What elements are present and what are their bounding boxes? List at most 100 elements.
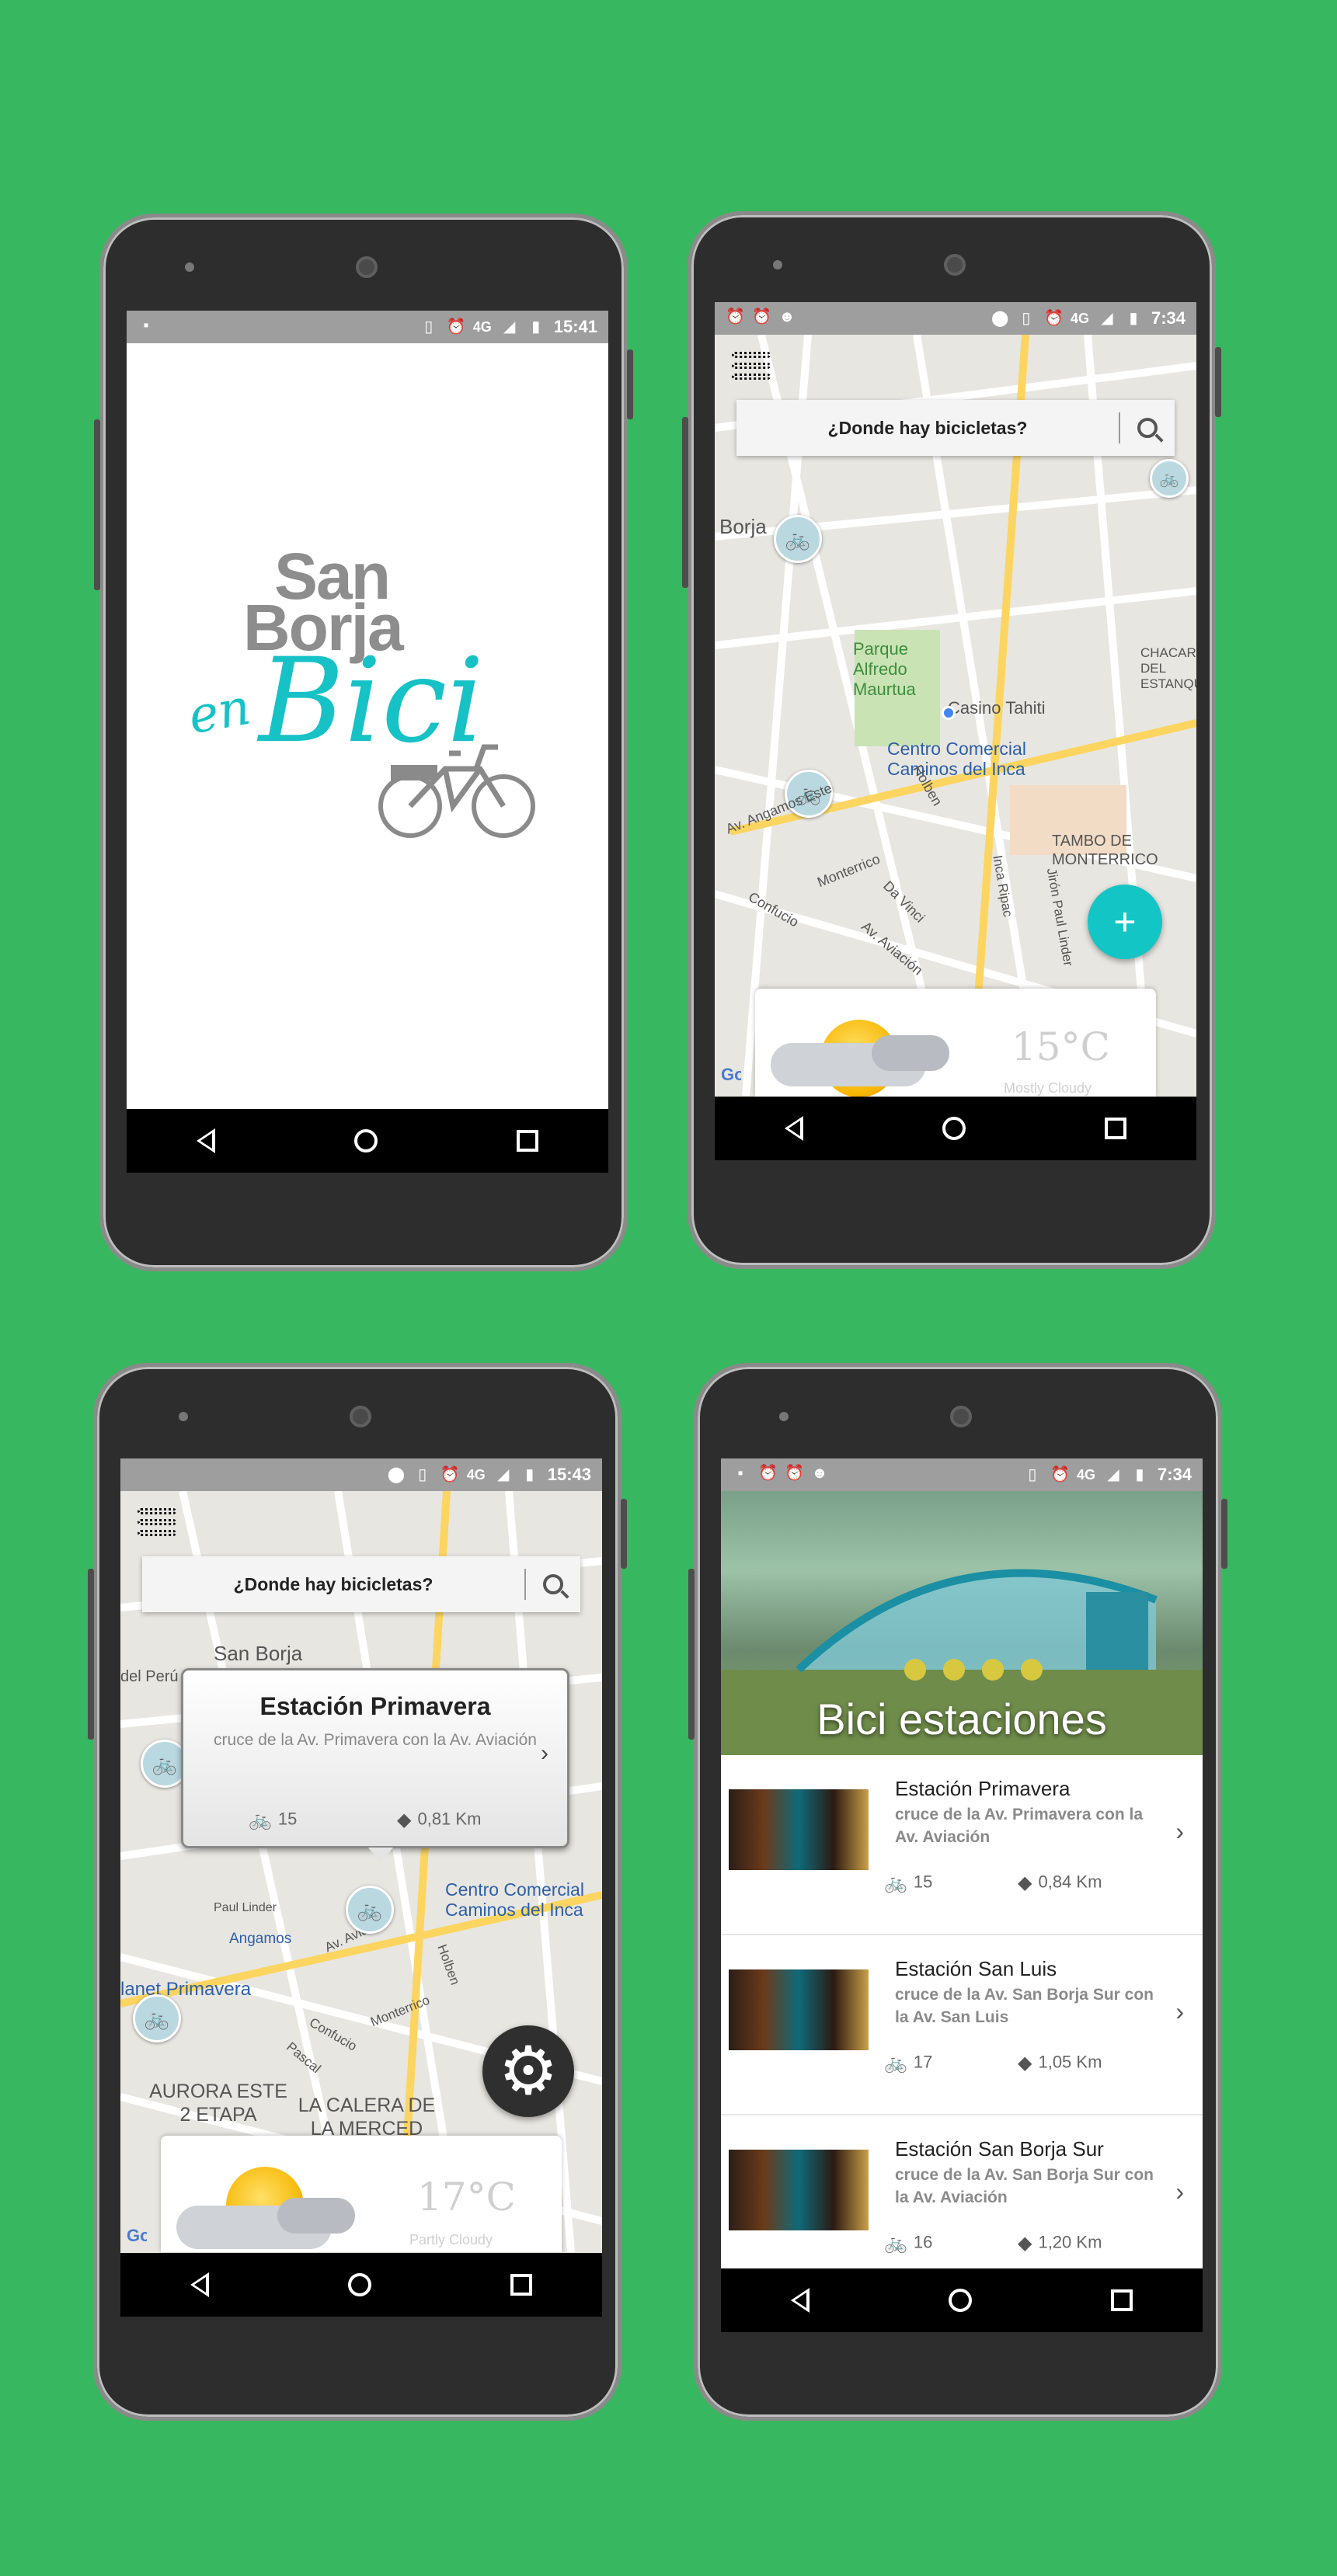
- alarm-icon: ⏰: [1050, 1466, 1070, 1483]
- add-fab-button[interactable]: +: [1088, 885, 1162, 959]
- signal-icon: ◢: [497, 1466, 510, 1483]
- volume-button: [94, 419, 100, 590]
- phone-map: ⏰ ⏰ ☻ ⬤ ▯ ⏰ 4G ◢ ▮ 7:34 ¿Donde hay bicic…: [682, 211, 1221, 1269]
- current-location-dot: [942, 706, 956, 720]
- chevron-right-icon[interactable]: ›: [1175, 2178, 1184, 2206]
- recents-icon[interactable]: [510, 2274, 533, 2296]
- search-bar[interactable]: ¿Donde hay bicicletas?: [142, 1556, 580, 1612]
- front-camera: [950, 1406, 972, 1427]
- bikes-count: 17: [913, 2052, 933, 2072]
- vibrate-icon: ▯: [424, 318, 433, 335]
- bike-icon: 🚲: [884, 2233, 907, 2254]
- speaker: [773, 260, 782, 269]
- splash-screen: ▪ ▯ ⏰ 4G ◢ ▮ 15:41 San Borja en Bici: [127, 311, 608, 1173]
- cloud-icon: [872, 1035, 949, 1071]
- search-bar[interactable]: ¿Donde hay bicicletas?: [736, 400, 1175, 456]
- chevron-right-icon[interactable]: ›: [541, 1740, 548, 1767]
- weather-card[interactable]: 17°C Partly Cloudy: [161, 2136, 562, 2252]
- power-button: [1215, 347, 1221, 417]
- logo-script-en: en: [184, 678, 255, 746]
- search-input[interactable]: ¿Donde hay bicicletas?: [159, 1574, 507, 1595]
- recents-icon[interactable]: [517, 1130, 539, 1152]
- settings-gear-button[interactable]: ⚙: [482, 2025, 574, 2117]
- popup-title: Estación Primavera: [259, 1692, 491, 1720]
- network-type: 4G: [472, 318, 492, 335]
- chevron-right-icon[interactable]: ›: [1175, 1997, 1184, 2026]
- search-input[interactable]: ¿Donde hay bicicletas?: [754, 418, 1102, 439]
- map-view[interactable]: ¿Donde hay bicicletas? 🚲 🚲 🚲 Borja Parqu…: [715, 335, 1196, 1097]
- distance: ◆ 0,81 Km: [397, 1809, 481, 1831]
- map-label: San Borja: [214, 1642, 303, 1665]
- vibrate-icon: ▯: [1028, 1466, 1037, 1483]
- volume-button: [682, 417, 688, 588]
- status-bar: ⬤ ▯ ⏰ 4G ◢ ▮ 15:43: [120, 1458, 602, 1491]
- image-notification-icon: ▪: [737, 1465, 743, 1482]
- map-label: Centro Comercial Caminos del Inca: [445, 1879, 584, 1920]
- back-icon[interactable]: [196, 1128, 215, 1153]
- search-icon[interactable]: [1137, 418, 1158, 438]
- station-marker-selected[interactable]: 🚲: [346, 1886, 394, 1934]
- bike-icon: 🚲: [884, 2053, 907, 2074]
- station-marker[interactable]: 🚲: [774, 515, 822, 563]
- station-address: cruce de la Av. San Borja Sur con la Av.…: [895, 2166, 1154, 2206]
- bike-icon: 🚲: [884, 1872, 907, 1893]
- alarm-icon: ⏰: [440, 1466, 460, 1483]
- status-bar: ▪ ⏰ ⏰ ☻ ▯ ⏰ 4G ◢ ▮ 7:34: [721, 1458, 1203, 1491]
- android-icon: ☻: [811, 1465, 828, 1482]
- menu-button[interactable]: [138, 1508, 176, 1542]
- recents-icon[interactable]: [1105, 1118, 1127, 1139]
- distance-value: 1,05 Km: [1038, 2052, 1102, 2072]
- distance-value: 0,84 Km: [1038, 1872, 1102, 1892]
- bikes-available: 🚲 15: [884, 1872, 932, 1894]
- search-icon[interactable]: [543, 1574, 563, 1594]
- signal-icon: ◢: [1101, 310, 1113, 327]
- nav-bar: [127, 1109, 608, 1173]
- station-name: Estación San Luis: [895, 1957, 1057, 1980]
- status-time: 15:43: [547, 1465, 591, 1484]
- station-name: Estación San Borja Sur: [895, 2137, 1104, 2161]
- recents-icon[interactable]: [1111, 2289, 1133, 2311]
- map-label: CHACARILLA DEL ESTANQUE: [1140, 645, 1196, 691]
- status-time: 7:34: [1157, 1465, 1192, 1484]
- cloud-icon: [277, 2198, 355, 2234]
- directions-icon: ◆: [1018, 2233, 1032, 2254]
- station-popup[interactable]: Estación Primavera cruce de la Av. Prima…: [181, 1668, 569, 1863]
- alarm-icon: ⏰: [752, 308, 771, 325]
- chevron-right-icon[interactable]: ›: [1175, 1817, 1184, 1846]
- signal-icon: ◢: [1107, 1466, 1119, 1483]
- weather-condition: Partly Cloudy: [409, 2232, 493, 2247]
- weather-condition: Mostly Cloudy: [1004, 1080, 1092, 1096]
- home-icon[interactable]: [948, 2289, 972, 2312]
- phone-station-map: ⬤ ▯ ⏰ 4G ◢ ▮ 15:43 ¿Donde hay bicicletas…: [88, 1363, 627, 2421]
- station-marker[interactable]: 🚲: [133, 1994, 181, 2042]
- menu-button[interactable]: [732, 352, 771, 386]
- directions-icon: ◆: [1018, 1872, 1032, 1893]
- power-button: [621, 1499, 627, 1569]
- map-label: Parque Alfredo Maurtua: [853, 639, 916, 699]
- directions-icon: ◆: [397, 1809, 412, 1830]
- home-icon[interactable]: [347, 2273, 371, 2296]
- distance: ◆ 1,20 Km: [1018, 2232, 1102, 2254]
- station-row[interactable]: Estación San Luis cruce de la Av. San Bor…: [721, 1935, 1203, 2115]
- back-icon[interactable]: [790, 2288, 810, 2313]
- network-type: 4G: [1070, 310, 1089, 326]
- nav-bar: [120, 2253, 602, 2317]
- alarm-icon: ⏰: [758, 1465, 778, 1482]
- bikes-available: 🚲 17: [884, 2052, 932, 2074]
- station-marker[interactable]: 🚲: [1150, 459, 1189, 498]
- station-row[interactable]: Estación Primavera cruce de la Av. Primav…: [721, 1755, 1203, 1935]
- map-view[interactable]: ¿Donde hay bicicletas? San Borja del Per…: [120, 1491, 602, 2253]
- station-map-screen: ⬤ ▯ ⏰ 4G ◢ ▮ 15:43 ¿Donde hay bicicletas…: [120, 1458, 602, 2317]
- alarm-icon: ⏰: [446, 318, 466, 335]
- station-thumbnail: [729, 1789, 869, 1870]
- status-bar: ⏰ ⏰ ☻ ⬤ ▯ ⏰ 4G ◢ ▮ 7:34: [715, 302, 1196, 335]
- home-icon[interactable]: [942, 1117, 966, 1140]
- volume-button: [88, 1569, 94, 1740]
- home-icon[interactable]: [353, 1129, 378, 1152]
- back-icon[interactable]: [190, 2272, 209, 2297]
- map-label: Casino Tahiti: [948, 698, 1046, 718]
- weather-card[interactable]: 15°C Mostly Cloudy: [755, 989, 1156, 1097]
- station-name: Estación Primavera: [895, 1777, 1071, 1800]
- front-camera: [356, 256, 378, 278]
- back-icon[interactable]: [784, 1116, 803, 1141]
